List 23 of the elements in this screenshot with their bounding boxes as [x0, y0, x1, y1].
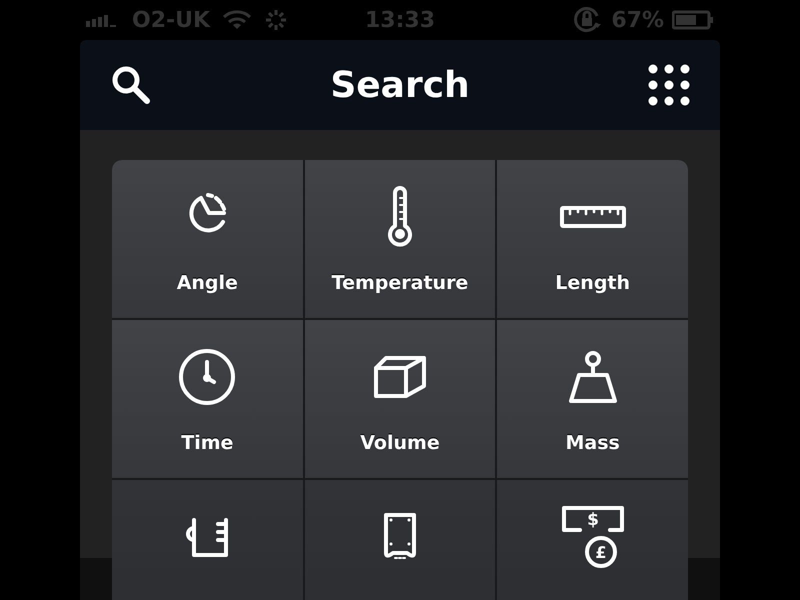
category-tile[interactable]: Time — [112, 320, 303, 478]
category-tile[interactable] — [304, 480, 496, 600]
thermometer-icon — [388, 185, 412, 249]
category-tile[interactable]: Length — [497, 160, 688, 318]
grid-menu-icon[interactable] — [648, 64, 690, 106]
wifi-icon — [222, 9, 252, 31]
cube-icon — [374, 356, 426, 398]
category-tile[interactable] — [112, 480, 303, 600]
category-tile[interactable]: Volume — [304, 320, 496, 478]
rotation-lock-icon — [573, 7, 604, 33]
category-tile[interactable]: Temperature — [304, 160, 496, 318]
weight-icon — [568, 351, 617, 403]
measuring-cup-icon — [186, 518, 228, 556]
storage-device-icon — [384, 513, 416, 561]
category-tile[interactable]: Angle — [112, 160, 303, 318]
clock-icon — [179, 349, 236, 405]
ruler-icon — [560, 206, 626, 228]
category-tile[interactable]: $ £ — [497, 480, 688, 600]
category-tile[interactable]: Mass — [497, 320, 688, 478]
page-title: Search — [330, 64, 470, 106]
search-icon[interactable] — [110, 64, 152, 106]
battery-icon — [672, 10, 714, 30]
activity-spinner-icon — [264, 8, 288, 32]
